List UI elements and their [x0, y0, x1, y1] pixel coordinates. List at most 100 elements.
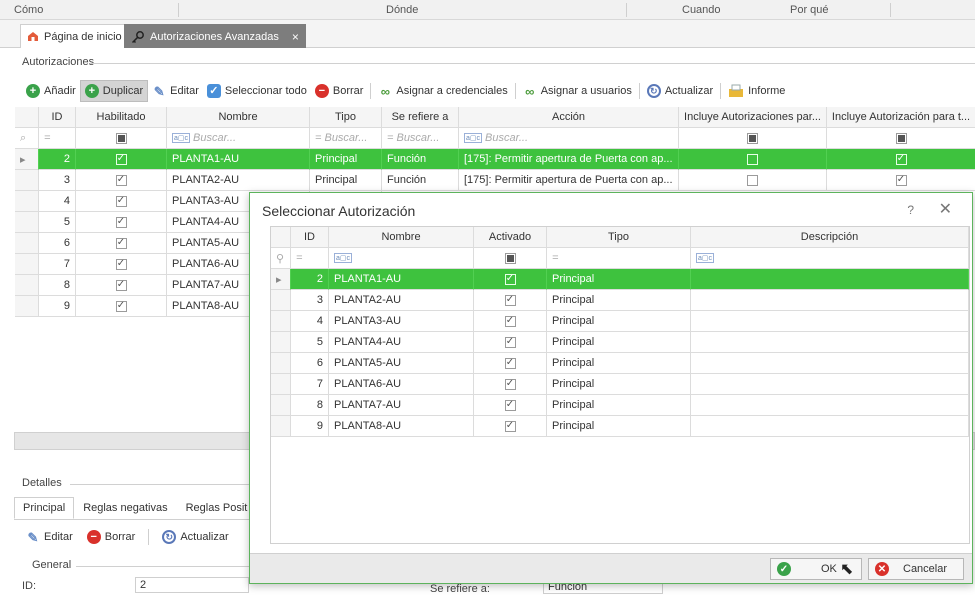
active-checkbox[interactable]: ✓: [504, 420, 516, 432]
duplicate-button[interactable]: + Duplicar: [79, 80, 149, 102]
tab-reglas-negativas[interactable]: Reglas negativas: [74, 497, 176, 519]
id-field[interactable]: 2: [135, 577, 249, 593]
col-header-refers[interactable]: Se refiere a: [382, 107, 459, 128]
header-cuando[interactable]: Cuando: [682, 4, 721, 16]
enabled-checkbox[interactable]: ✓: [115, 153, 127, 165]
col-header-incl2[interactable]: Incluye Autorización para t...: [827, 107, 975, 128]
minus-icon: −: [314, 84, 329, 98]
active-checkbox[interactable]: ✓: [504, 273, 516, 285]
table-row[interactable]: ▸ 2 ✓ PLANTA1-AU Principal Función [175]: Perm…: [15, 149, 975, 170]
dialog-filter-desc[interactable]: a▢c: [691, 248, 969, 269]
list-item[interactable]: ▸ 2 PLANTA1-AU ✓ Principal: [271, 269, 969, 290]
check-icon: ✓: [777, 562, 791, 576]
id-label: ID:: [22, 580, 37, 592]
incl2-checkbox[interactable]: ✓: [895, 153, 907, 165]
tab-autorizaciones-avanzadas[interactable]: Autorizaciones Avanzadas ×: [124, 24, 306, 48]
col-header-incl1[interactable]: Incluye Autorizaciones par...: [679, 107, 827, 128]
header-como[interactable]: Cómo: [14, 4, 43, 16]
list-item[interactable]: 3 PLANTA2-AU ✓ Principal: [271, 290, 969, 311]
cell-type: Principal: [547, 395, 691, 416]
details-edit-button[interactable]: ✎ Editar: [22, 526, 77, 548]
enabled-checkbox[interactable]: ✓: [115, 300, 127, 312]
active-checkbox[interactable]: ✓: [504, 315, 516, 327]
dialog-col-name[interactable]: Nombre: [329, 227, 474, 248]
tab-principal[interactable]: Principal: [14, 497, 75, 519]
dialog-col-id[interactable]: ID: [291, 227, 329, 248]
details-refresh-button[interactable]: ↻ Actualizar: [158, 526, 232, 548]
col-header-name[interactable]: Nombre: [167, 107, 310, 128]
cell-type: Principal: [547, 290, 691, 311]
list-item[interactable]: 5 PLANTA4-AU ✓ Principal: [271, 332, 969, 353]
dialog-filter-name[interactable]: a▢c: [329, 248, 474, 269]
delete-button[interactable]: − Borrar: [311, 80, 368, 102]
enabled-checkbox[interactable]: ✓: [115, 279, 127, 291]
filter-name[interactable]: a▢c Buscar...: [167, 128, 310, 149]
enabled-checkbox[interactable]: ✓: [115, 237, 127, 249]
tab-pagina-inicio[interactable]: Página de inicio: [20, 24, 129, 48]
select-all-button[interactable]: ✓ Seleccionar todo: [203, 80, 311, 102]
report-icon: [728, 84, 744, 98]
cell-name: PLANTA5-AU: [329, 353, 474, 374]
row-indicator: [15, 212, 39, 233]
details-delete-button[interactable]: − Borrar: [83, 526, 140, 548]
filter-action[interactable]: a▢c Buscar...: [459, 128, 679, 149]
enabled-checkbox[interactable]: ✓: [115, 216, 127, 228]
assign-credentials-button[interactable]: ∞ Asignar a credenciales: [374, 80, 511, 102]
dialog-col-desc[interactable]: Descripción: [691, 227, 969, 248]
row-indicator: [15, 170, 39, 191]
active-checkbox[interactable]: ✓: [504, 399, 516, 411]
add-button[interactable]: + Añadir: [22, 80, 80, 102]
pencil-icon: ✎: [27, 529, 39, 545]
incl2-checkbox[interactable]: ✓: [895, 174, 907, 186]
active-checkbox[interactable]: ✓: [504, 294, 516, 306]
help-icon[interactable]: ?: [907, 203, 914, 217]
row-indicator: [271, 311, 291, 332]
search-icon: ⌕: [15, 128, 39, 149]
list-item[interactable]: 9 PLANTA8-AU ✓ Principal: [271, 416, 969, 437]
incl1-checkbox[interactable]: [747, 174, 758, 186]
divider: [14, 519, 250, 520]
list-item[interactable]: 6 PLANTA5-AU ✓ Principal: [271, 353, 969, 374]
list-item[interactable]: 7 PLANTA6-AU ✓ Principal: [271, 374, 969, 395]
enabled-checkbox[interactable]: ✓: [115, 258, 127, 270]
filter-incl1-checkbox[interactable]: [747, 132, 758, 144]
link-icon: ∞: [380, 83, 391, 99]
filter-type[interactable]: = Buscar...: [310, 128, 382, 149]
list-item[interactable]: 8 PLANTA7-AU ✓ Principal: [271, 395, 969, 416]
refresh-button[interactable]: ↻ Actualizar: [643, 80, 717, 102]
list-item[interactable]: 4 PLANTA3-AU ✓ Principal: [271, 311, 969, 332]
select-authorization-dialog: Seleccionar Autorización ? ✕ ID Nombre A…: [249, 192, 973, 584]
table-row[interactable]: 3 ✓ PLANTA2-AU Principal Función [175]: Permi…: [15, 170, 975, 191]
tab-reglas-positivas[interactable]: Reglas Posit: [177, 497, 257, 519]
active-checkbox[interactable]: ✓: [504, 378, 516, 390]
edit-button[interactable]: ✎ Editar: [148, 80, 203, 102]
close-tab-icon[interactable]: ×: [292, 30, 299, 44]
filter-refers[interactable]: = Buscar...: [382, 128, 459, 149]
filter-id[interactable]: =: [39, 128, 76, 149]
close-icon[interactable]: ✕: [939, 199, 952, 219]
active-checkbox[interactable]: ✓: [504, 357, 516, 369]
divider: [70, 484, 250, 485]
enabled-checkbox[interactable]: ✓: [115, 174, 127, 186]
dialog-col-type[interactable]: Tipo: [547, 227, 691, 248]
header-donde[interactable]: Dónde: [386, 4, 418, 16]
col-header-enabled[interactable]: Habilitado: [76, 107, 167, 128]
dialog-filter-active-checkbox[interactable]: [504, 252, 516, 264]
col-header-type[interactable]: Tipo: [310, 107, 382, 128]
active-checkbox[interactable]: ✓: [504, 336, 516, 348]
col-header-id[interactable]: ID: [39, 107, 76, 128]
dialog-filter-type[interactable]: =: [547, 248, 691, 269]
dialog-filter-id[interactable]: =: [291, 248, 329, 269]
col-header-action[interactable]: Acción: [459, 107, 679, 128]
cancel-button[interactable]: ✕ Cancelar: [868, 558, 964, 580]
filter-enabled-checkbox[interactable]: [115, 132, 127, 144]
dialog-col-active[interactable]: Activado: [474, 227, 547, 248]
filter-incl2-checkbox[interactable]: [895, 132, 907, 144]
row-indicator: ▸: [271, 269, 291, 290]
header-por-que[interactable]: Por qué: [790, 4, 829, 16]
report-button[interactable]: Informe: [724, 80, 789, 102]
incl1-checkbox[interactable]: [747, 153, 758, 165]
enabled-checkbox[interactable]: ✓: [115, 195, 127, 207]
row-indicator: [15, 233, 39, 254]
assign-users-button[interactable]: ∞ Asignar a usuarios: [519, 80, 636, 102]
